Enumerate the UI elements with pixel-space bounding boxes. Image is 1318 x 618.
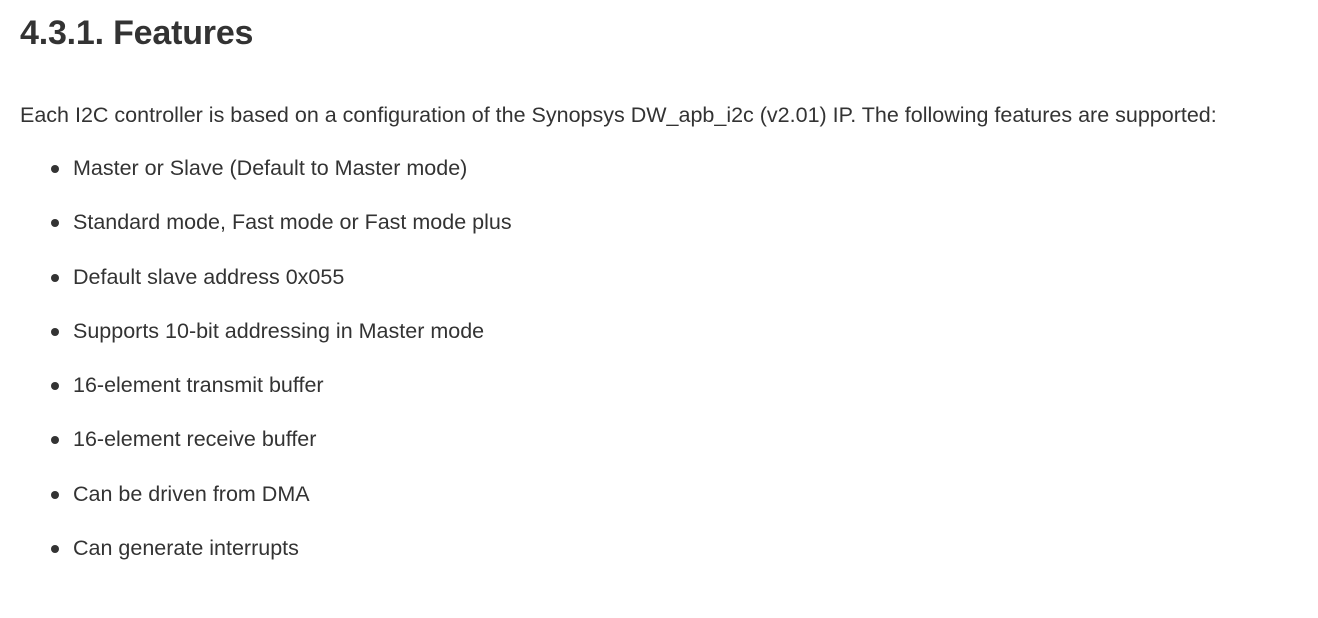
bullet-icon bbox=[51, 545, 59, 554]
feature-text: Supports 10-bit addressing in Master mod… bbox=[73, 318, 485, 343]
bullet-icon bbox=[51, 382, 59, 391]
feature-text: 16-element transmit buffer bbox=[73, 373, 324, 398]
feature-text: Master or Slave (Default to Master mode) bbox=[73, 156, 468, 180]
document-section: 4.3.1. Features Each I2C controller is b… bbox=[20, 0, 1274, 580]
bullet-icon bbox=[51, 219, 59, 228]
bullet-icon bbox=[51, 490, 59, 499]
feature-item: Standard mode, Fast mode or Fast mode pl… bbox=[20, 200, 1274, 254]
bullet-icon bbox=[51, 165, 59, 173]
feature-item: 16-element transmit buffer bbox=[20, 363, 1274, 417]
feature-item: Can be driven from DMA bbox=[20, 472, 1274, 526]
features-list: Master or Slave (Default to Master mode)… bbox=[20, 146, 1274, 580]
feature-item: Default slave address 0x055 bbox=[20, 255, 1274, 309]
feature-item: Can generate interrupts bbox=[20, 526, 1274, 580]
intro-paragraph: Each I2C controller is based on a config… bbox=[20, 103, 1217, 127]
bullet-icon bbox=[51, 327, 59, 336]
section-heading: 4.3.1. Features bbox=[20, 14, 254, 52]
feature-text: Default slave address 0x055 bbox=[73, 264, 345, 289]
feature-text: Can generate interrupts bbox=[73, 536, 299, 561]
feature-item: 16-element receive buffer bbox=[20, 417, 1274, 471]
bullet-icon bbox=[51, 436, 59, 445]
feature-item: Supports 10-bit addressing in Master mod… bbox=[20, 309, 1274, 363]
feature-item: Master or Slave (Default to Master mode) bbox=[20, 146, 1274, 200]
feature-text: Can be driven from DMA bbox=[73, 481, 310, 506]
feature-text: Standard mode, Fast mode or Fast mode pl… bbox=[73, 210, 512, 235]
bullet-icon bbox=[51, 273, 59, 282]
feature-text: 16-element receive buffer bbox=[73, 427, 317, 452]
